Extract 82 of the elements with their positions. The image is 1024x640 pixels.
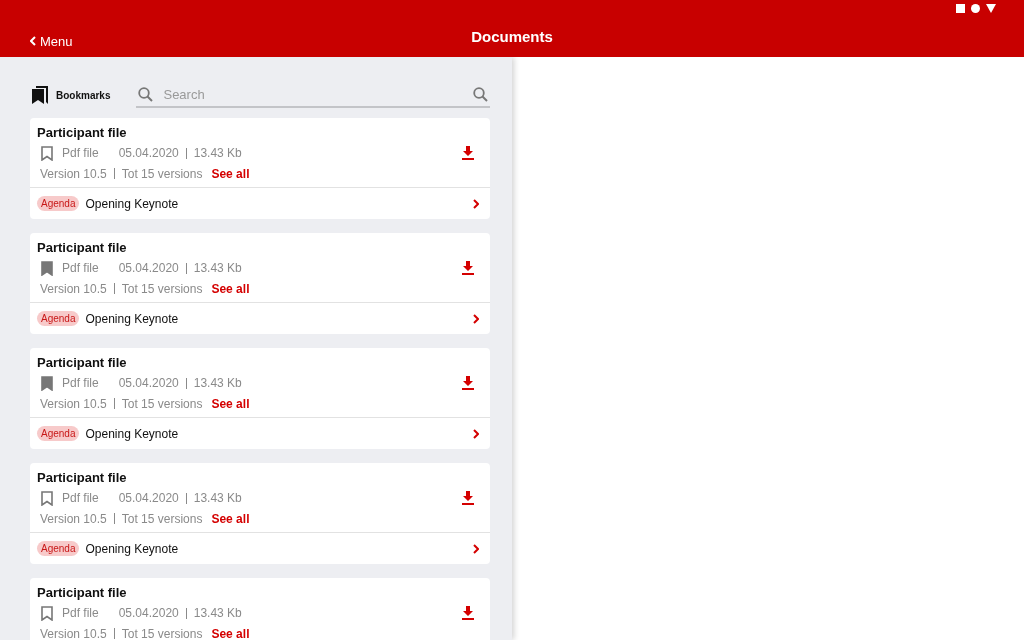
file-date: 05.04.2020: [118, 606, 179, 620]
document-title: Participant file: [37, 355, 128, 370]
bookmark-icon: [41, 605, 53, 621]
bookmark-toggle[interactable]: [41, 375, 53, 391]
version-text: Version 10.5: [40, 511, 107, 526]
download-icon: [462, 606, 474, 620]
file-size: 13.43 Kb: [193, 491, 242, 505]
file-type: Pdf file: [62, 606, 99, 620]
session-name: Opening Keynote: [85, 426, 179, 441]
file-size: 13.43 Kb: [193, 261, 242, 275]
search-icon: [473, 86, 488, 102]
page-title: Documents: [471, 28, 553, 45]
file-type: Pdf file: [62, 261, 99, 275]
versions-count: Tot 15 versions: [121, 396, 203, 411]
session-row[interactable]: Agenda Opening Keynote: [30, 187, 490, 219]
file-date: 05.04.2020: [118, 261, 179, 275]
search-field[interactable]: Search: [161, 85, 465, 103]
file-date: 05.04.2020: [118, 146, 179, 160]
bookmark-toggle[interactable]: [41, 490, 53, 506]
download-button[interactable]: [462, 376, 474, 390]
download-icon: [462, 376, 474, 390]
bookmark-icon: [41, 145, 53, 161]
bookmark-icon: [41, 375, 53, 391]
agenda-tag: Agenda: [37, 541, 80, 556]
versions-count: Tot 15 versions: [121, 626, 203, 640]
triangle-status-icon: [986, 4, 996, 13]
version-text: Version 10.5: [40, 166, 107, 181]
session-name: Opening Keynote: [85, 311, 179, 326]
chevron-right-icon: [473, 198, 479, 209]
bookmarks-icon: [32, 86, 48, 104]
download-button[interactable]: [462, 606, 474, 620]
chevron-right-icon: [473, 313, 479, 324]
session-row[interactable]: Agenda Opening Keynote: [30, 532, 490, 564]
version-text: Version 10.5: [40, 396, 107, 411]
file-type: Pdf file: [62, 146, 99, 160]
versions-count: Tot 15 versions: [121, 166, 203, 181]
download-icon: [462, 261, 474, 275]
agenda-tag: Agenda: [37, 196, 80, 211]
see-all-link[interactable]: See all: [211, 626, 250, 640]
see-all-link[interactable]: See all: [211, 166, 250, 181]
see-all-link[interactable]: See all: [211, 511, 250, 526]
document-title: Participant file: [37, 240, 128, 255]
document-title: Participant file: [37, 125, 128, 140]
session-name: Opening Keynote: [85, 196, 179, 211]
document-title: Participant file: [37, 585, 128, 600]
agenda-tag: Agenda: [37, 426, 80, 441]
download-button[interactable]: [462, 261, 474, 275]
bookmark-toggle[interactable]: [41, 605, 53, 621]
bookmark-icon: [41, 490, 53, 506]
circle-status-icon: [971, 4, 980, 13]
file-size: 13.43 Kb: [193, 606, 242, 620]
square-status-icon: [956, 4, 965, 13]
bookmark-toggle[interactable]: [41, 145, 53, 161]
file-size: 13.43 Kb: [193, 376, 242, 390]
bookmark-toggle[interactable]: [41, 260, 53, 276]
file-size: 13.43 Kb: [193, 146, 242, 160]
download-icon: [462, 491, 474, 505]
chevron-right-icon: [473, 428, 479, 439]
session-row[interactable]: Agenda Opening Keynote: [30, 417, 490, 449]
chevron-left-icon: [30, 36, 36, 46]
see-all-link[interactable]: See all: [211, 281, 250, 296]
versions-count: Tot 15 versions: [121, 511, 203, 526]
session-row[interactable]: Agenda Opening Keynote: [30, 302, 490, 334]
version-text: Version 10.5: [40, 281, 107, 296]
chevron-right-icon: [473, 543, 479, 554]
file-date: 05.04.2020: [118, 491, 179, 505]
download-button[interactable]: [462, 491, 474, 505]
document-title: Participant file: [37, 470, 128, 485]
bookmark-icon: [41, 260, 53, 276]
versions-count: Tot 15 versions: [121, 281, 203, 296]
bookmarks-button[interactable]: Bookmarks: [32, 86, 111, 104]
file-type: Pdf file: [62, 376, 99, 390]
see-all-link[interactable]: See all: [211, 396, 250, 411]
search-icon: [138, 86, 154, 102]
agenda-tag: Agenda: [37, 311, 80, 326]
version-text: Version 10.5: [40, 626, 107, 640]
download-icon: [462, 146, 474, 160]
file-date: 05.04.2020: [118, 376, 179, 390]
file-type: Pdf file: [62, 491, 99, 505]
download-button[interactable]: [462, 146, 474, 160]
back-button[interactable]: Menu: [30, 33, 73, 49]
session-name: Opening Keynote: [85, 541, 179, 556]
